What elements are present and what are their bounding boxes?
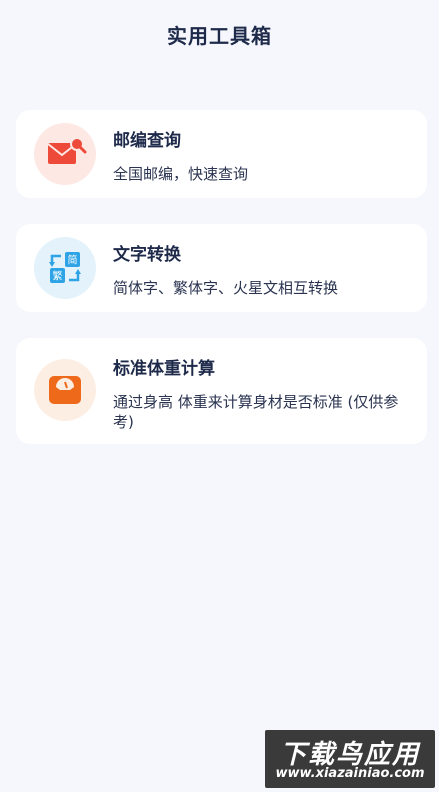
tool-card-postcode[interactable]: 邮编查询 全国邮编，快速查询	[16, 110, 427, 198]
envelope-search-icon	[34, 123, 96, 185]
tool-title: 文字转换	[113, 245, 181, 265]
tool-title: 标准体重计算	[113, 359, 215, 379]
page-title: 实用工具箱	[167, 24, 272, 48]
tool-description: 通过身高 体重来计算身材是否标准 (仅供参考)	[113, 393, 399, 431]
convert-icon: 简 繁	[34, 237, 96, 299]
tool-card-text-convert[interactable]: 简 繁 文字转换 简体字、繁体字、火星文相互转换	[16, 224, 427, 312]
traditional-char-label: 繁	[53, 270, 63, 283]
tool-title: 邮编查询	[113, 131, 181, 151]
tool-card-weight-calc[interactable]: 标准体重计算 通过身高 体重来计算身材是否标准 (仅供参考)	[16, 338, 427, 444]
watermark-url: www.xiazainiao.com	[275, 766, 425, 781]
scale-icon	[34, 359, 96, 421]
tool-description: 简体字、繁体字、火星文相互转换	[113, 279, 339, 297]
tool-description: 全国邮编，快速查询	[113, 165, 249, 183]
simplified-char-label: 简	[68, 254, 78, 267]
watermark-logo: 下载鸟应用 www.xiazainiao.com	[265, 730, 435, 788]
